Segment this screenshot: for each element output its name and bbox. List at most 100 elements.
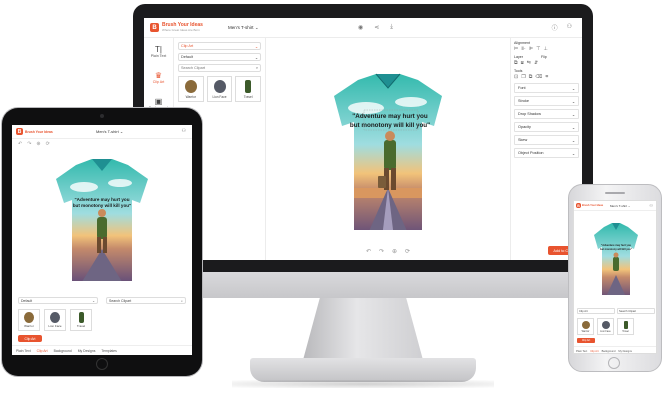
travel-clipart-image [245, 79, 252, 93]
phone-screen: B Brush Your Ideas Men's T-shirt ⌄ ⚇ "Ad… [573, 200, 657, 354]
delete-icon[interactable]: ⌫ [535, 74, 542, 80]
clipart-item-travel[interactable]: Travel [70, 309, 92, 331]
product-selector[interactable]: Men's T-shirt ⌄ [96, 129, 123, 134]
clipart-item-warrior[interactable]: Warrior [18, 309, 40, 331]
sidebar-item-label: Clip Art [152, 79, 165, 84]
reset-icon[interactable]: ⟳ [46, 141, 50, 147]
send-backward-icon[interactable]: ⧈ [521, 60, 524, 66]
redo-icon[interactable]: ↷ [379, 248, 384, 255]
align-right-icon[interactable]: ⊫ [529, 46, 533, 52]
product-name: Men's T-shirt [228, 24, 254, 30]
chevron-down-icon: ⌄ [571, 138, 575, 143]
undo-icon[interactable]: ↶ [18, 141, 22, 147]
nav-item-background[interactable]: Background [602, 350, 616, 353]
tablet-design-canvas[interactable]: "Adventure may hurt you but monotony wil… [12, 149, 192, 291]
zoom-icon[interactable]: ⊕ [392, 248, 397, 255]
clip-art-button[interactable]: Clip Art [577, 338, 595, 343]
user-icon[interactable]: ⚇ [649, 203, 653, 208]
bring-forward-icon[interactable]: ⧉ [514, 60, 518, 66]
account-actions: ⓘ ⚇ [552, 23, 572, 32]
clipart-item-travel[interactable]: Travel [235, 76, 262, 102]
quote-text-line-2[interactable]: but monotony will kill you" [600, 248, 633, 251]
clipart-search-input[interactable]: Search Clipart [617, 308, 655, 314]
nav-item-templates[interactable]: Templates [101, 349, 116, 353]
copy-icon[interactable]: ❐ [521, 74, 525, 80]
clipart-icon: ♛ [154, 70, 163, 80]
clipart-category-select[interactable]: Clip Art [577, 308, 615, 314]
alignment-label: Alignment [514, 41, 530, 45]
help-icon[interactable]: ⓘ [552, 23, 558, 32]
share-icon[interactable]: ⋖ [374, 24, 379, 31]
nav-item-my-designs[interactable]: My Designs [78, 349, 96, 353]
phone-home-button [608, 357, 620, 369]
clipart-item-lion-face[interactable]: Lion Face [597, 318, 614, 335]
tablet-toolbar: ↶ ↷ ⊕ ⟳ [12, 139, 192, 149]
clipart-item-lion-face[interactable]: Lion Face [206, 76, 233, 102]
opacity-section[interactable]: Opacity ⌄ [514, 122, 579, 132]
font-section[interactable]: Font ⌄ [514, 83, 579, 93]
nav-item-plain-text[interactable]: Plain Text [16, 349, 31, 353]
clipart-item-warrior[interactable]: Warrior [577, 318, 594, 335]
brush-logo-icon: B [150, 23, 159, 32]
nav-item-clip-art[interactable]: Clip Art [590, 350, 598, 353]
layer-flip-tools: ⧉ ⧈ ⇋ ⇵ [514, 60, 579, 66]
redo-icon[interactable]: ↷ [27, 141, 31, 147]
chevron-down-icon: ⌄ [627, 204, 631, 208]
phone-bottom-nav: Plain Text Clip Art Background My Design… [574, 346, 656, 353]
design-canvas[interactable]: "Adventure may hurt you but monotony wil… [266, 38, 510, 260]
monitor-chin [133, 272, 593, 298]
clipart-search-input[interactable]: Search Clipart ⌕ [106, 297, 186, 304]
clipart-category-select[interactable]: Clip Art ⌄ [178, 42, 261, 50]
eye-icon[interactable]: ◉ [358, 24, 363, 31]
sidebar-item-clip-art[interactable]: ♛ Clip Art [144, 64, 173, 90]
user-icon[interactable]: ⚇ [182, 128, 186, 134]
travel-clipart-image [78, 312, 84, 323]
skew-section[interactable]: Skew ⌄ [514, 135, 579, 145]
user-icon[interactable]: ⚇ [567, 23, 572, 32]
quote-text-line-2[interactable]: but monotony will kill you" [350, 122, 430, 129]
clipart-item-travel[interactable]: Travel [617, 318, 634, 335]
clipart-search-input[interactable]: Search Clipart ⌕ [178, 64, 261, 72]
zoom-icon[interactable]: ⊕ [36, 141, 40, 147]
download-icon[interactable]: ⤓ [390, 24, 393, 31]
duplicate-icon[interactable]: ⧉ [529, 74, 533, 80]
clipart-item-lion-face[interactable]: Lion Face [44, 309, 66, 331]
object-position-section[interactable]: Object Position ⌄ [514, 148, 579, 158]
warrior-clipart-image [24, 312, 34, 323]
align-top-icon[interactable]: ⊤ [536, 46, 540, 52]
clip-art-button[interactable]: Clip Art [18, 335, 42, 342]
product-selector[interactable]: Men's T-shirt ⌄ [228, 25, 259, 31]
travel-clipart-image [623, 320, 628, 329]
nav-item-clip-art[interactable]: Clip Art [37, 349, 48, 353]
chevron-down-icon: ⌄ [254, 24, 259, 30]
quote-text-line-1[interactable]: "Adventure may hurt you [74, 197, 129, 202]
nav-item-background[interactable]: Background [54, 349, 72, 353]
desktop-screen: B Brush Your Ideas Where Great Ideas Are… [144, 18, 582, 260]
product-selector[interactable]: Men's T-shirt ⌄ [610, 204, 630, 208]
canvas-toolbar: ↶ ↷ ⊕ ⟳ [266, 244, 510, 258]
clipart-item-warrior[interactable]: Warrior [178, 76, 204, 102]
align-middle-icon[interactable]: ⊥ [543, 46, 547, 52]
flip-vertical-icon[interactable]: ⇵ [534, 60, 538, 66]
stroke-section[interactable]: Stroke ⌄ [514, 96, 579, 106]
phone-design-canvas[interactable]: "Adventure may hurt you but monotony wil… [574, 215, 656, 301]
drop-shadow-section[interactable]: Drop Shadow ⌄ [514, 109, 579, 119]
clipart-subcategory-select[interactable]: Default ⌄ [178, 53, 261, 61]
phone-speaker [605, 192, 625, 194]
clipart-category-select[interactable]: Default ⌄ [18, 297, 98, 304]
brand-logo[interactable]: B Brush Your Ideas Where Great Ideas Are… [150, 22, 220, 33]
quote-text-line-1[interactable]: "Adventure may hurt you [352, 113, 428, 120]
flip-horizontal-icon[interactable]: ⇋ [527, 60, 531, 66]
align-center-icon[interactable]: ⊪ [521, 46, 525, 52]
crop-icon[interactable]: ⌗ [545, 74, 548, 80]
align-left-icon[interactable]: ⊨ [514, 46, 518, 52]
quote-text-line-1[interactable]: "Adventure may hurt you [601, 244, 631, 247]
undo-icon[interactable]: ↶ [366, 248, 371, 255]
quote-text-line-2[interactable]: but monotony will kill you" [73, 203, 132, 208]
tablet-bottom-nav: Plain Text Clip Art Background My Design… [12, 345, 192, 355]
lock-icon[interactable]: ⊡ [514, 74, 518, 80]
nav-item-my-designs[interactable]: My Designs [618, 350, 632, 353]
sidebar-item-plain-text[interactable]: T| Plain Text [144, 38, 173, 64]
reset-icon[interactable]: ⟳ [405, 248, 410, 255]
nav-item-plain-text[interactable]: Plain Text [576, 350, 587, 353]
